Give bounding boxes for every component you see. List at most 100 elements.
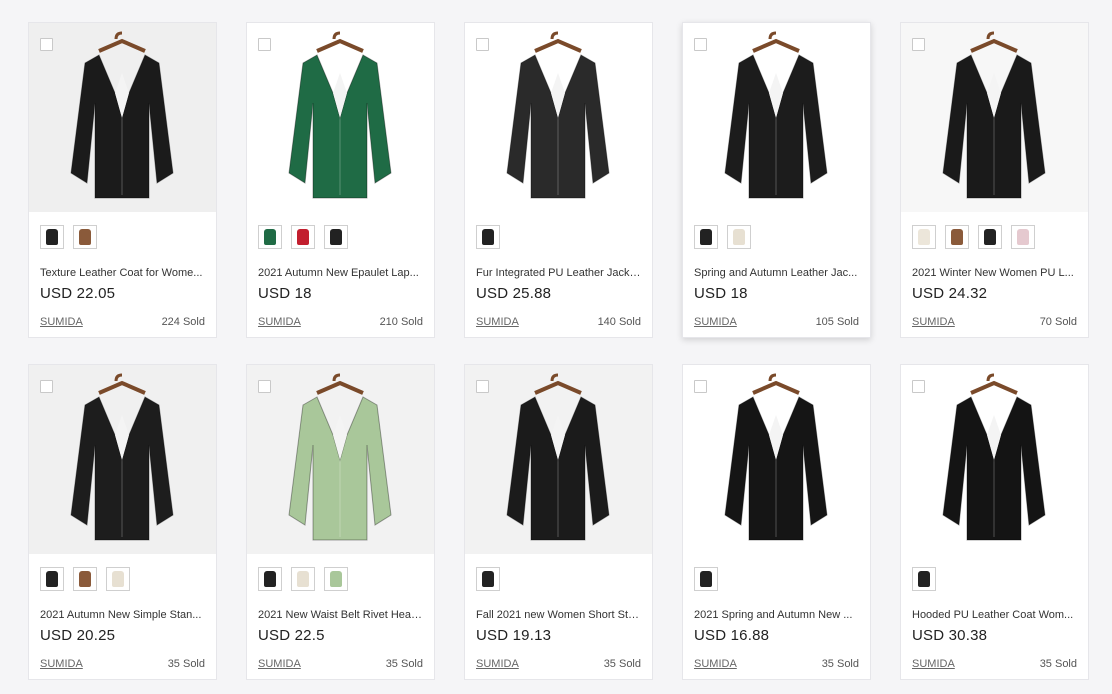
product-price: USD 22.05 (40, 285, 116, 302)
color-swatch[interactable] (912, 225, 936, 249)
color-swatches (912, 225, 1035, 251)
color-swatch[interactable] (106, 567, 130, 591)
swatch-thumbnail-icon (984, 229, 996, 245)
color-swatch[interactable] (258, 225, 282, 249)
product-card[interactable]: 2021 Spring and Autumn New ... USD 16.88 S… (682, 364, 871, 680)
swatch-thumbnail-icon (330, 571, 342, 587)
color-swatch[interactable] (73, 225, 97, 249)
product-price: USD 20.25 (40, 627, 116, 644)
jacket-illustration (683, 23, 870, 212)
product-image[interactable] (247, 23, 434, 212)
product-price: USD 19.13 (476, 627, 552, 644)
sold-count: 35 Sold (385, 658, 423, 670)
store-link[interactable]: SUMIDA (912, 316, 955, 328)
color-swatch[interactable] (727, 225, 751, 249)
color-swatch[interactable] (694, 567, 718, 591)
color-swatch[interactable] (912, 567, 936, 591)
store-link[interactable]: SUMIDA (476, 658, 519, 670)
color-swatch[interactable] (476, 567, 500, 591)
color-swatch[interactable] (324, 567, 348, 591)
select-checkbox[interactable] (694, 380, 707, 393)
select-checkbox[interactable] (40, 38, 53, 51)
product-title[interactable]: 2021 New Waist Belt Rivet Heav... (258, 609, 424, 621)
product-image[interactable] (29, 23, 216, 212)
jacket-illustration (247, 365, 434, 554)
select-checkbox[interactable] (912, 380, 925, 393)
sold-count: 35 Sold (821, 658, 859, 670)
select-checkbox[interactable] (694, 38, 707, 51)
product-title[interactable]: Spring and Autumn Leather Jac... (694, 267, 860, 279)
product-price: USD 16.88 (694, 627, 770, 644)
store-link[interactable]: SUMIDA (476, 316, 519, 328)
color-swatch[interactable] (476, 225, 500, 249)
sold-count: 224 Sold (161, 316, 205, 328)
swatch-thumbnail-icon (79, 571, 91, 587)
product-title[interactable]: Hooded PU Leather Coat Wom... (912, 609, 1078, 621)
sold-count: 35 Sold (167, 658, 205, 670)
sold-count: 105 Sold (815, 316, 859, 328)
product-card[interactable]: Fall 2021 new Women Short Sta... USD 19.1… (464, 364, 653, 680)
select-checkbox[interactable] (40, 380, 53, 393)
product-price: USD 18 (694, 285, 748, 302)
store-link[interactable]: SUMIDA (912, 658, 955, 670)
product-image[interactable] (683, 365, 870, 554)
select-checkbox[interactable] (258, 38, 271, 51)
product-card[interactable]: 2021 Winter New Women PU L... USD 24.32 SU… (900, 22, 1089, 338)
store-link[interactable]: SUMIDA (694, 316, 737, 328)
color-swatches (40, 225, 97, 251)
product-image[interactable] (683, 23, 870, 212)
jacket-illustration (29, 23, 216, 212)
product-image[interactable] (465, 23, 652, 212)
product-card[interactable]: 2021 New Waist Belt Rivet Heav... USD 22.… (246, 364, 435, 680)
store-link[interactable]: SUMIDA (694, 658, 737, 670)
color-swatches (40, 567, 130, 593)
color-swatch[interactable] (291, 567, 315, 591)
product-image[interactable] (465, 365, 652, 554)
product-image[interactable] (901, 23, 1088, 212)
select-checkbox[interactable] (476, 38, 489, 51)
product-title[interactable]: 2021 Winter New Women PU L... (912, 267, 1078, 279)
color-swatch[interactable] (694, 225, 718, 249)
swatch-thumbnail-icon (733, 229, 745, 245)
color-swatch[interactable] (945, 225, 969, 249)
jacket-illustration (901, 365, 1088, 554)
product-card[interactable]: 2021 Autumn New Simple Stan... USD 20.25 S… (28, 364, 217, 680)
swatch-thumbnail-icon (79, 229, 91, 245)
product-title[interactable]: Fur Integrated PU Leather Jacke... (476, 267, 642, 279)
product-card[interactable]: Hooded PU Leather Coat Wom... USD 30.38 SU… (900, 364, 1089, 680)
product-image[interactable] (247, 365, 434, 554)
store-link[interactable]: SUMIDA (40, 658, 83, 670)
select-checkbox[interactable] (912, 38, 925, 51)
product-grid: Texture Leather Coat for Wome... USD 22.0… (0, 0, 1112, 694)
product-card[interactable]: Spring and Autumn Leather Jac... USD 18 SU… (682, 22, 871, 338)
swatch-thumbnail-icon (112, 571, 124, 587)
color-swatch[interactable] (40, 567, 64, 591)
color-swatch[interactable] (73, 567, 97, 591)
select-checkbox[interactable] (258, 380, 271, 393)
product-card[interactable]: Texture Leather Coat for Wome... USD 22.0… (28, 22, 217, 338)
store-link[interactable]: SUMIDA (258, 316, 301, 328)
product-image[interactable] (901, 365, 1088, 554)
color-swatches (694, 225, 751, 251)
color-swatches (476, 567, 500, 593)
store-link[interactable]: SUMIDA (258, 658, 301, 670)
product-title[interactable]: 2021 Spring and Autumn New ... (694, 609, 860, 621)
product-card[interactable]: Fur Integrated PU Leather Jacke... USD 25… (464, 22, 653, 338)
product-title[interactable]: 2021 Autumn New Simple Stan... (40, 609, 206, 621)
color-swatch[interactable] (291, 225, 315, 249)
product-image[interactable] (29, 365, 216, 554)
product-title[interactable]: Fall 2021 new Women Short Sta... (476, 609, 642, 621)
select-checkbox[interactable] (476, 380, 489, 393)
swatch-thumbnail-icon (482, 229, 494, 245)
color-swatch[interactable] (324, 225, 348, 249)
product-card[interactable]: 2021 Autumn New Epaulet Lap... USD 18 SUMI… (246, 22, 435, 338)
color-swatch[interactable] (40, 225, 64, 249)
color-swatch[interactable] (978, 225, 1002, 249)
store-link[interactable]: SUMIDA (40, 316, 83, 328)
color-swatch[interactable] (1011, 225, 1035, 249)
swatch-thumbnail-icon (951, 229, 963, 245)
product-title[interactable]: 2021 Autumn New Epaulet Lap... (258, 267, 424, 279)
product-title[interactable]: Texture Leather Coat for Wome... (40, 267, 206, 279)
sold-count: 35 Sold (603, 658, 641, 670)
color-swatch[interactable] (258, 567, 282, 591)
